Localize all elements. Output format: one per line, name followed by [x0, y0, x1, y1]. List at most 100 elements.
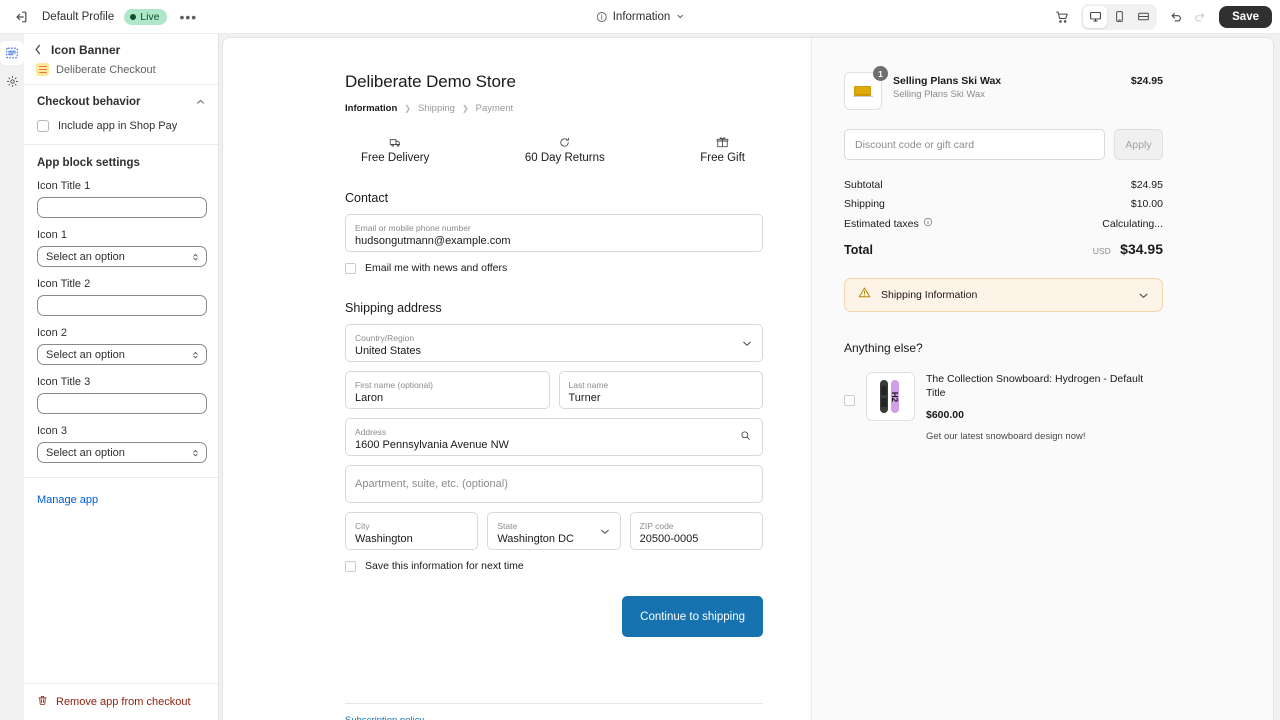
save-info-label: Save this information for next time [365, 560, 524, 572]
apply-discount-button[interactable]: Apply [1114, 129, 1163, 160]
country-label: Country/Region [355, 333, 415, 343]
remove-app-button[interactable]: Remove app from checkout [24, 683, 218, 720]
icon-banner-item-1: Free Delivery [361, 135, 429, 164]
line-item-thumbnail-wrap: 1 [844, 66, 888, 110]
manage-app-link[interactable]: Manage app [37, 494, 98, 506]
status-badge: Live [124, 8, 167, 25]
include-shop-pay-row[interactable]: Include app in Shop Pay [37, 120, 205, 132]
subscription-policy-link[interactable]: Subscription policy [345, 715, 424, 720]
icon-3-select[interactable]: Select an option [37, 442, 207, 463]
cart-icon[interactable] [1051, 6, 1073, 28]
field-group-icon-2: Icon 2 Select an option [37, 327, 207, 365]
search-icon[interactable] [740, 428, 751, 446]
first-name-field[interactable]: First name (optional) Laron [345, 371, 550, 409]
chevron-down-icon[interactable] [1138, 286, 1149, 304]
gear-icon[interactable] [0, 69, 24, 93]
info-icon[interactable] [923, 217, 933, 230]
upsell-item: H2 The Collection Snowboard: Hydrogen - … [844, 372, 1163, 442]
select-caret-icon [192, 350, 199, 360]
shipping-value: $10.00 [1130, 198, 1163, 210]
save-info-row[interactable]: Save this information for next time [345, 560, 763, 572]
include-shop-pay-checkbox[interactable] [37, 120, 49, 132]
icon-1-select-value: Select an option [46, 250, 125, 263]
breadcrumb-shipping[interactable]: Shipping [418, 103, 455, 114]
shipping-information-notice[interactable]: Shipping Information [844, 278, 1163, 312]
status-dot-icon [130, 13, 137, 20]
upsell-checkbox[interactable] [844, 395, 855, 406]
breadcrumb-payment[interactable]: Payment [476, 103, 514, 114]
city-field[interactable]: City Washington [345, 512, 479, 550]
sidebar-header: Icon Banner Deliberate Checkout [24, 34, 218, 85]
apartment-field[interactable]: Apartment, suite, etc. (optional) [345, 465, 763, 503]
icon-2-select[interactable]: Select an option [37, 344, 207, 365]
state-select[interactable]: State Washington DC [487, 512, 621, 550]
icon-title-2-input[interactable] [37, 295, 207, 316]
zip-field[interactable]: ZIP code 20500-0005 [629, 512, 763, 550]
top-bar-right: Save [1051, 3, 1280, 30]
info-circle-icon [596, 11, 607, 22]
sidebar-app-label: Deliberate Checkout [56, 63, 156, 76]
email-field-label: Email or mobile phone number [355, 223, 471, 233]
last-name-field[interactable]: Last name Turner [558, 371, 763, 409]
apartment-placeholder: Apartment, suite, etc. (optional) [355, 478, 508, 490]
breadcrumb-information[interactable]: Information [345, 103, 397, 114]
page-selector[interactable]: Information [588, 8, 693, 26]
shipping-address-heading: Shipping address [345, 301, 442, 315]
chevron-down-icon [677, 14, 683, 19]
mobile-icon[interactable] [1107, 6, 1131, 28]
checkout-behavior-header[interactable]: Checkout behavior [37, 96, 205, 108]
line-item-name: Selling Plans Ski Wax [893, 75, 1002, 87]
country-value: United States [355, 345, 422, 357]
last-name-label: Last name [568, 380, 609, 390]
breadcrumb-separator-icon: ❯ [404, 104, 411, 113]
continue-to-shipping-button[interactable]: Continue to shipping [622, 596, 763, 637]
name-row: First name (optional) Laron Last name Tu… [345, 371, 763, 409]
upsell-name: The Collection Snowboard: Hydrogen - Def… [926, 373, 1144, 399]
fullwidth-icon[interactable] [1131, 6, 1155, 28]
order-summary-panel: 1 Selling Plans Ski Wax Selling Plans Sk… [811, 38, 1273, 720]
save-info-checkbox[interactable] [345, 560, 356, 572]
address-field[interactable]: Address 1600 Pennsylvania Avenue NW [345, 418, 763, 456]
chevron-down-icon [742, 334, 752, 352]
more-menu-icon[interactable]: ••• [177, 10, 201, 24]
icon-3-select-value: Select an option [46, 446, 125, 459]
chevron-left-icon[interactable] [34, 44, 42, 57]
upsell-heading: Anything else? [844, 341, 923, 355]
discount-input[interactable]: Discount code or gift card [844, 129, 1105, 160]
field-label-icon-1: Icon 1 [37, 229, 67, 241]
truck-icon [389, 135, 402, 149]
chevron-up-icon[interactable] [196, 97, 205, 107]
icon-title-3-input[interactable] [37, 393, 207, 414]
taxes-label: Estimated taxes [844, 217, 919, 230]
newsletter-row[interactable]: Email me with news and offers [345, 262, 763, 274]
checkout-preview: Deliberate Demo Store Information ❯ Ship… [223, 38, 1273, 720]
undo-icon[interactable] [1165, 6, 1187, 28]
app-block-icon [36, 63, 49, 76]
store-title: Deliberate Demo Store [345, 72, 516, 91]
icon-2-select-value: Select an option [46, 348, 125, 361]
field-label-icon-title-1: Icon Title 1 [37, 180, 91, 192]
preview-canvas: Deliberate Demo Store Information ❯ Ship… [219, 34, 1280, 720]
field-group-icon-3: Icon 3 Select an option [37, 425, 207, 463]
save-button[interactable]: Save [1219, 5, 1272, 28]
settings-sidebar: Icon Banner Deliberate Checkout Checkout… [24, 34, 219, 720]
email-field-value: hudsongutmann@example.com [355, 235, 511, 247]
field-group-icon-title-2: Icon Title 2 [37, 278, 207, 316]
desktop-icon[interactable] [1083, 5, 1108, 28]
field-label-icon-2: Icon 2 [37, 327, 67, 339]
icon-title-1-input[interactable] [37, 197, 207, 218]
email-field[interactable]: Email or mobile phone number hudsongutma… [345, 214, 763, 252]
zip-value: 20500-0005 [639, 533, 699, 545]
country-select[interactable]: Country/Region United States [345, 324, 763, 362]
subtotal-value: $24.95 [1130, 179, 1163, 191]
sidebar-app-row[interactable]: Deliberate Checkout [34, 63, 206, 76]
newsletter-checkbox[interactable] [345, 262, 356, 274]
icon-1-select[interactable]: Select an option [37, 246, 207, 267]
checkout-behavior-title: Checkout behavior [37, 96, 141, 108]
total-currency: USD [1092, 246, 1111, 256]
exit-icon[interactable] [10, 6, 32, 28]
sections-icon[interactable] [0, 41, 24, 65]
chevron-down-icon [600, 522, 610, 540]
breadcrumb-separator-icon: ❯ [461, 104, 469, 113]
line-item-price: $24.95 [1130, 75, 1163, 87]
